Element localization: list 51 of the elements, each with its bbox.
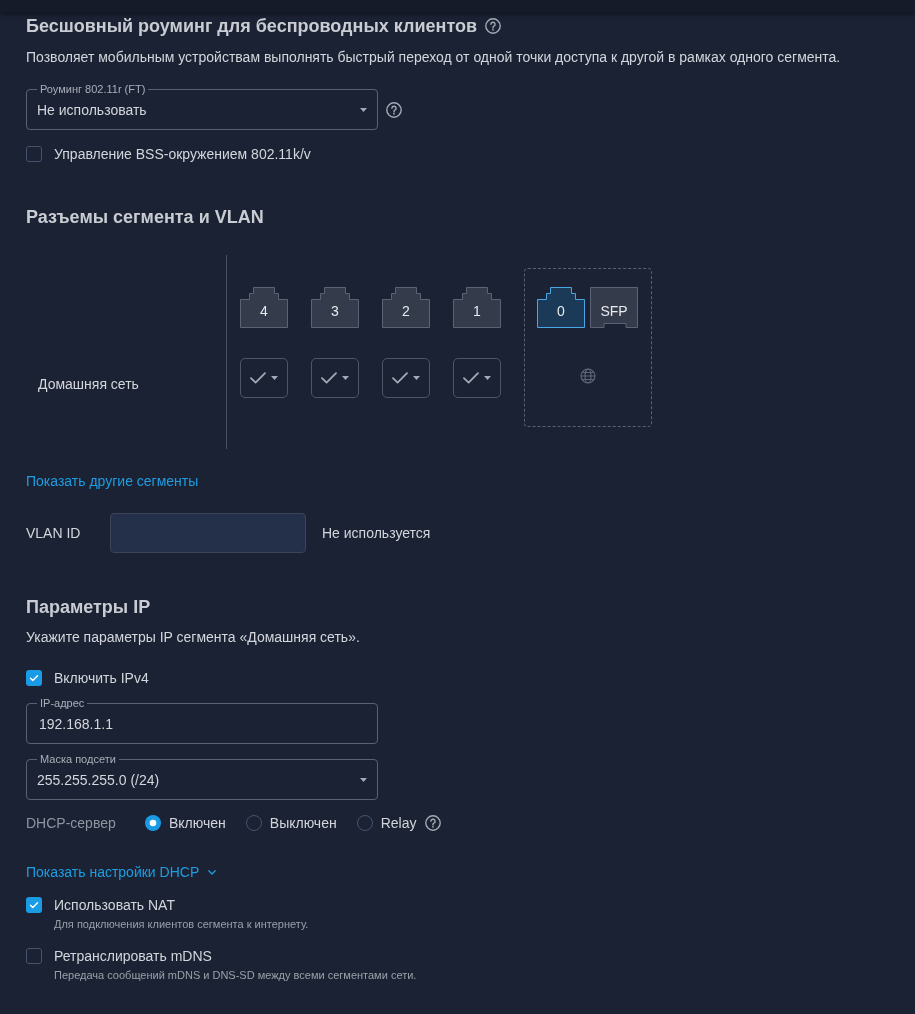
help-icon[interactable] — [386, 102, 402, 118]
checkbox[interactable] — [26, 948, 42, 964]
help-icon[interactable] — [425, 815, 442, 831]
ethernet-port[interactable]: 2 — [382, 287, 430, 328]
status-text: Не используется — [322, 524, 431, 543]
port-mode-dropdown[interactable] — [311, 358, 359, 398]
section-title: Параметры IP — [26, 596, 151, 619]
section-title: Бесшовный роуминг для беспроводных клиентов — [26, 15, 478, 38]
radio-button[interactable] — [145, 815, 161, 831]
segment-name: Домашняя сеть — [38, 376, 139, 392]
ethernet-port[interactable]: 0 — [537, 287, 585, 328]
section-description: Позволяет мобильным устройствам выполнять быстрый переход от одной точки доступа к другой в рамках одного сегмента. — [26, 48, 841, 67]
globe-icon — [580, 368, 596, 384]
radio-label[interactable]: Включен — [169, 813, 226, 833]
port-mode-dropdown[interactable] — [453, 358, 501, 398]
section-description: Укажите параметры IP сегмента «Домашняя сеть». — [26, 628, 360, 647]
roaming-mode-select[interactable]: Роуминг 802.11r (FT) Не использовать — [26, 83, 378, 130]
checkbox[interactable] — [26, 146, 42, 162]
checkbox-label[interactable]: Ретранслировать mDNS — [54, 946, 417, 966]
ethernet-port[interactable]: 3 — [311, 287, 359, 328]
checkbox-label[interactable]: Включить IPv4 — [54, 668, 149, 688]
checkbox-label[interactable]: Использовать NAT — [54, 895, 309, 915]
ethernet-port[interactable]: 4 — [240, 287, 288, 328]
section-title: Разъемы сегмента и VLAN — [26, 206, 264, 229]
caret-icon — [271, 376, 278, 380]
help-icon[interactable] — [485, 18, 502, 34]
radio-button[interactable] — [245, 815, 262, 831]
dhcp-settings-link[interactable]: Показать настройки DHCP — [26, 862, 217, 882]
show-segments-link[interactable]: Показать другие сегменты — [26, 473, 199, 489]
port-mode-dropdown[interactable] — [240, 358, 288, 398]
caret-icon — [413, 376, 420, 380]
hint-text: Для подключения клиентов сегмента к интернету. — [54, 917, 309, 931]
ethernet-port[interactable]: 1 — [453, 287, 501, 328]
field-label: VLAN ID — [26, 525, 81, 541]
radio-button[interactable] — [356, 815, 373, 831]
checkbox[interactable] — [26, 897, 42, 913]
subnet-mask-select[interactable]: Маска подсети 255.255.255.0 (/24) — [26, 753, 378, 800]
checkbox[interactable] — [26, 670, 42, 686]
checkbox-label[interactable]: Управление BSS-окружением 802.11k/v — [54, 144, 311, 164]
caret-icon — [360, 108, 367, 112]
radio-label[interactable]: Выключен — [269, 813, 337, 833]
port-mode-dropdown[interactable] — [382, 358, 430, 398]
ip-address-field[interactable]: IP-адрес 192.168.1.1 — [26, 697, 378, 744]
sfp-port[interactable]: SFP — [590, 287, 638, 328]
caret-icon — [342, 376, 349, 380]
caret-icon — [360, 778, 367, 782]
vlan-id-field[interactable] — [110, 513, 306, 553]
hint-text: Передача сообщений mDNS и DNS-SD между всеми сегментами сети. — [54, 968, 417, 982]
caret-icon — [484, 376, 491, 380]
field-label: DHCP-сервер — [26, 815, 116, 831]
radio-label[interactable]: Relay — [380, 813, 417, 833]
